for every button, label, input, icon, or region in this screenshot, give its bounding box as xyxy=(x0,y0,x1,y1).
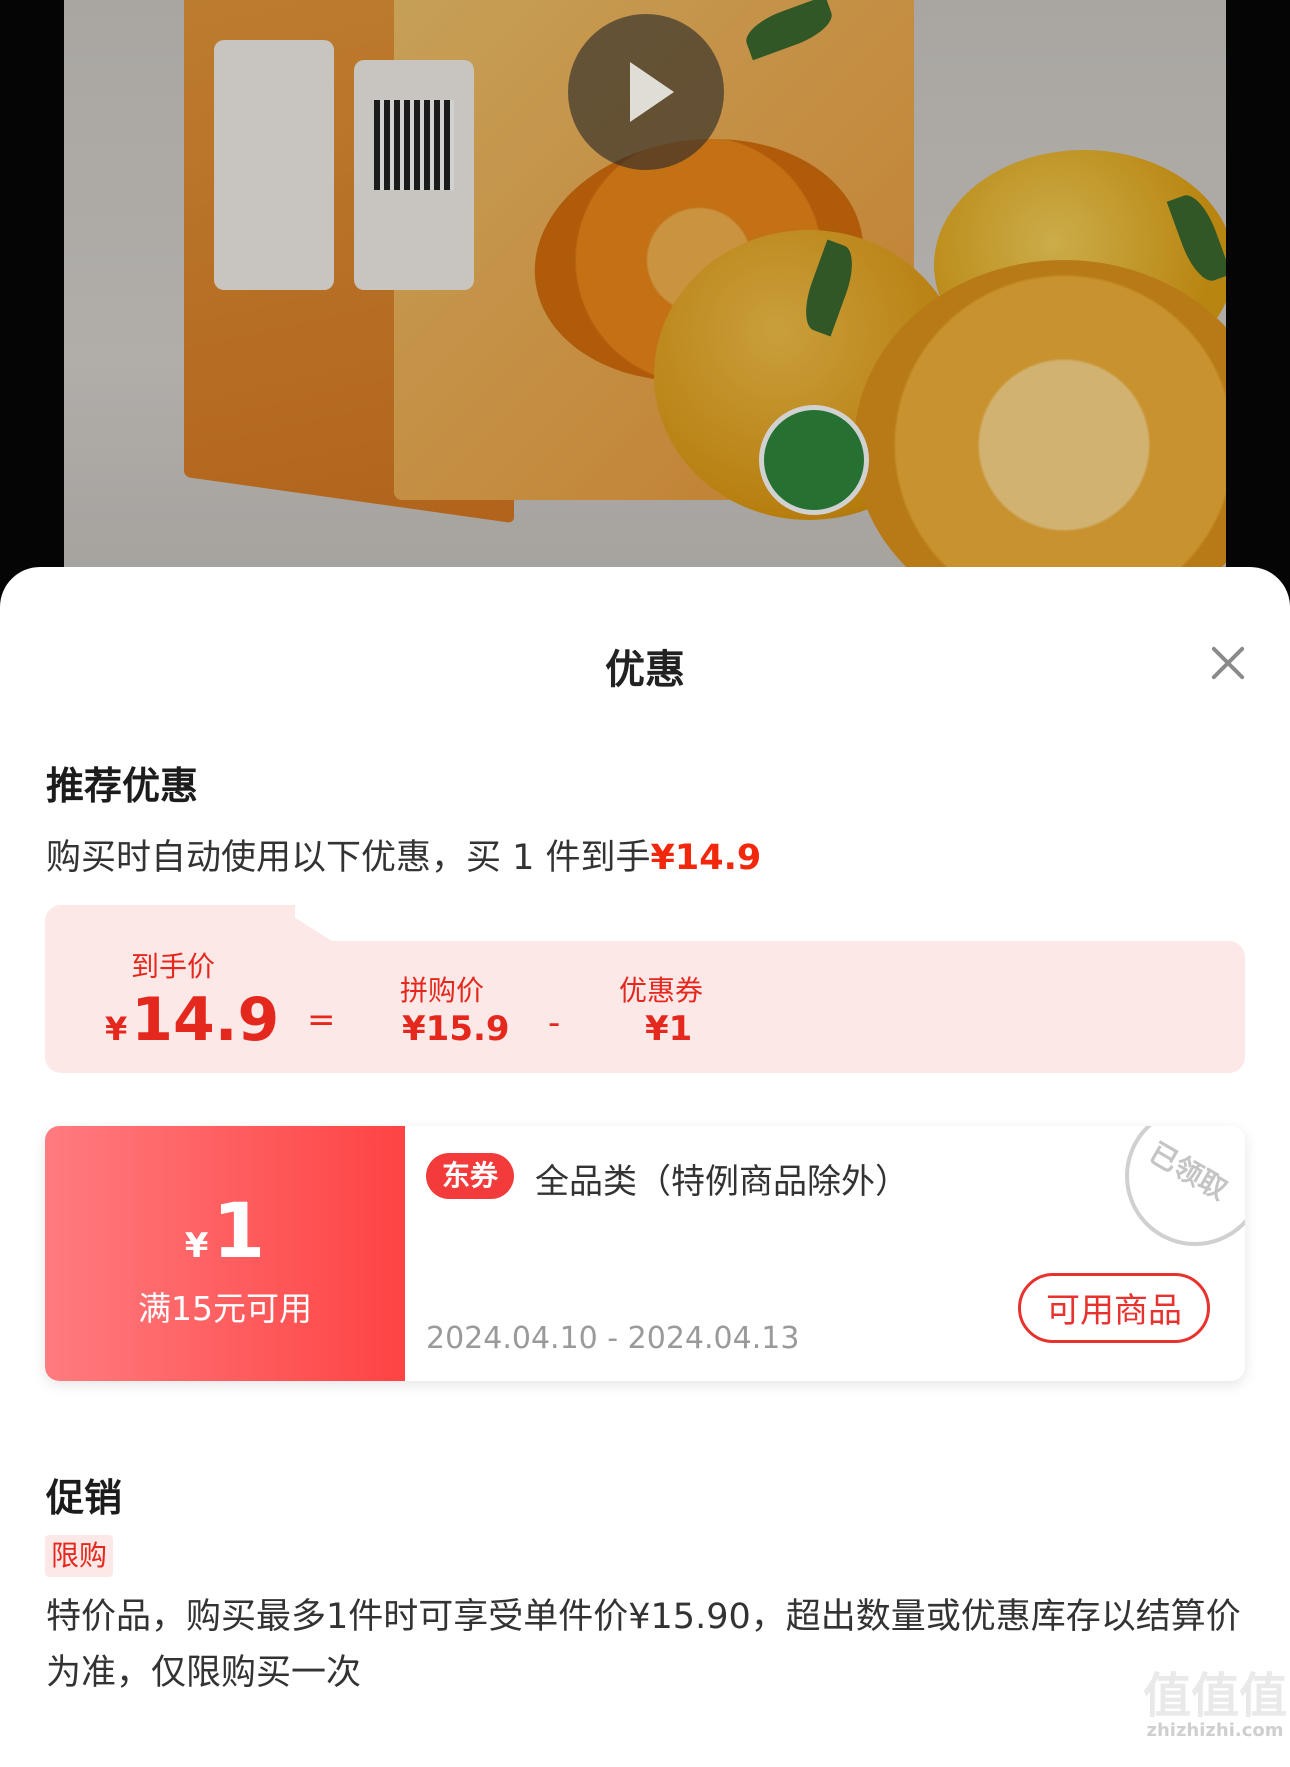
coupon-type-tag: 东券 xyxy=(426,1153,515,1199)
coupon-value: ¥1 xyxy=(645,1009,693,1049)
coupon-label: 优惠券 xyxy=(619,974,704,1007)
coupon-condition: 满15元可用 xyxy=(138,1289,312,1328)
coupon-card: ¥1 满15元可用 东券 全品类（特例商品除外） 2024.04.10 - 20… xyxy=(45,1126,1245,1381)
minus-sign: - xyxy=(548,1003,561,1043)
purchase-limit-tag: 限购 xyxy=(45,1535,114,1577)
group-price-value: ¥15.9 xyxy=(402,1009,510,1049)
promotion-heading: 促销 xyxy=(46,1476,123,1520)
final-price-label: 到手价 xyxy=(131,950,216,983)
subtitle-text: 购买时自动使用以下优惠，买 1 件到手 xyxy=(46,838,651,878)
claimed-stamp: 已领取 xyxy=(1125,1126,1245,1246)
coupon-amount-value: 1 xyxy=(212,1186,266,1275)
discount-sheet: 优惠 推荐优惠 购买时自动使用以下优惠，买 1 件到手¥14.9 到手价 ¥14… xyxy=(0,567,1290,1767)
next-section-heading xyxy=(46,1732,59,1750)
final-price-currency: ¥ xyxy=(105,1010,128,1048)
promotion-text: 特价品，购买最多1件时可享受单件价¥15.90，超出数量或优惠库存以结算价为准，… xyxy=(46,1597,1241,1693)
claimed-stamp-text: 已领取 xyxy=(1143,1136,1233,1207)
calc-tab-slope xyxy=(275,905,335,943)
subtitle-price: ¥14.9 xyxy=(650,838,762,878)
recommended-subtitle: 购买时自动使用以下优惠，买 1 件到手¥14.9 xyxy=(46,829,761,880)
watermark: 值值值 zhizhizhi.com xyxy=(1140,1672,1290,1745)
sheet-title: 优惠 xyxy=(605,647,685,693)
coupon-description: 全品类（特例商品除外） xyxy=(535,1162,909,1202)
play-icon[interactable] xyxy=(568,14,724,170)
coupon-date-range: 2024.04.10 - 2024.04.13 xyxy=(426,1321,800,1356)
group-price-label: 拼购价 xyxy=(400,974,485,1007)
coupon-currency: ¥ xyxy=(184,1226,209,1266)
applicable-products-button[interactable]: 可用商品 xyxy=(1018,1273,1210,1343)
watermark-url: zhizhizhi.com xyxy=(1146,1720,1284,1741)
recommended-heading: 推荐优惠 xyxy=(46,764,199,808)
product-media xyxy=(0,0,1290,600)
watermark-text: 值值值 xyxy=(1142,1668,1287,1724)
final-price: ¥14.9 xyxy=(105,985,279,1055)
close-icon[interactable] xyxy=(1208,643,1248,683)
coupon-amount: ¥1 xyxy=(45,1186,405,1275)
final-price-value: 14.9 xyxy=(131,985,280,1055)
equals-sign: = xyxy=(307,1000,336,1040)
price-calculation: 到手价 ¥14.9 = 拼购价 ¥15.9 - 优惠券 ¥1 xyxy=(45,905,1245,1073)
